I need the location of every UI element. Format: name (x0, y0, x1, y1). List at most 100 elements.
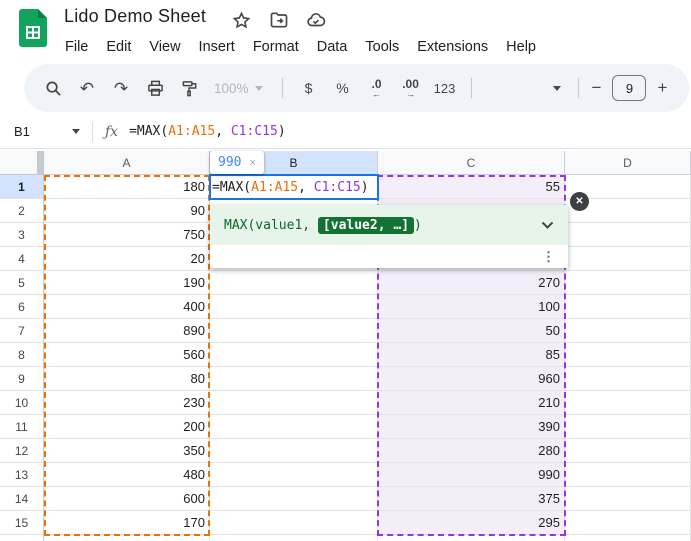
cell-B16[interactable] (210, 535, 378, 541)
cell-A3[interactable]: 750 (44, 223, 210, 247)
cell-C12[interactable]: 280 (378, 439, 565, 463)
row-header-12[interactable]: 12 (0, 439, 44, 463)
more-options-kebab-icon[interactable]: ⋮ (542, 250, 555, 263)
number-format-button[interactable]: 123 (430, 73, 460, 103)
row-header-1[interactable]: 1 (0, 175, 44, 199)
cell-B10[interactable] (210, 391, 378, 415)
row-header-15[interactable]: 15 (0, 511, 44, 535)
cell-C14[interactable]: 375 (378, 487, 565, 511)
row-header-16[interactable]: 16 (0, 535, 44, 541)
cell-C5[interactable]: 270 (378, 271, 565, 295)
font-family-selector[interactable] (481, 73, 569, 103)
cell-A12[interactable]: 350 (44, 439, 210, 463)
undo-icon[interactable]: ↶ (72, 73, 102, 103)
cell-D13[interactable] (565, 463, 691, 487)
cell-A15[interactable]: 170 (44, 511, 210, 535)
cell-C15[interactable]: 295 (378, 511, 565, 535)
column-header-A[interactable]: A (44, 151, 210, 175)
cell-D12[interactable] (565, 439, 691, 463)
close-formula-help-button[interactable]: ✕ (570, 192, 589, 211)
cell-C9[interactable]: 960 (378, 367, 565, 391)
cell-A13[interactable]: 480 (44, 463, 210, 487)
cell-D7[interactable] (565, 319, 691, 343)
cloud-saved-icon[interactable] (306, 10, 326, 30)
paint-format-icon[interactable] (174, 73, 204, 103)
cell-C1[interactable]: 55 (378, 175, 565, 199)
cell-A4[interactable]: 20 (44, 247, 210, 271)
cell-D5[interactable] (565, 271, 691, 295)
row-header-9[interactable]: 9 (0, 367, 44, 391)
font-size-input[interactable]: 9 (612, 75, 647, 101)
cell-B5[interactable] (210, 271, 378, 295)
cell-A7[interactable]: 890 (44, 319, 210, 343)
cell-B11[interactable] (210, 415, 378, 439)
menu-insert[interactable]: Insert (190, 39, 244, 55)
row-header-2[interactable]: 2 (0, 199, 44, 223)
cell-A8[interactable]: 560 (44, 343, 210, 367)
cell-B14[interactable] (210, 487, 378, 511)
cell-A1[interactable]: 180 (44, 175, 210, 199)
decrease-decimal-button[interactable]: .0 ← (362, 73, 392, 103)
cell-D8[interactable] (565, 343, 691, 367)
cell-B15[interactable] (210, 511, 378, 535)
cell-A5[interactable]: 190 (44, 271, 210, 295)
cell-D16[interactable] (565, 535, 691, 541)
column-header-C[interactable]: C (378, 151, 565, 175)
print-icon[interactable] (140, 73, 170, 103)
cell-A6[interactable]: 400 (44, 295, 210, 319)
cell-D9[interactable] (565, 367, 691, 391)
cell-D11[interactable] (565, 415, 691, 439)
cell-B6[interactable] (210, 295, 378, 319)
cell-C13[interactable]: 990 (378, 463, 565, 487)
cell-D4[interactable] (565, 247, 691, 271)
cell-B8[interactable] (210, 343, 378, 367)
cell-D10[interactable] (565, 391, 691, 415)
dismiss-preview-icon[interactable]: × (249, 157, 255, 169)
zoom-control[interactable]: 100% (214, 81, 263, 96)
cell-A9[interactable]: 80 (44, 367, 210, 391)
menu-extensions[interactable]: Extensions (408, 39, 497, 55)
menu-format[interactable]: Format (244, 39, 308, 55)
formula-input[interactable]: =MAX(A1:A15, C1:C15) (129, 124, 286, 139)
redo-icon[interactable]: ↷ (106, 73, 136, 103)
row-header-4[interactable]: 4 (0, 247, 44, 271)
row-header-6[interactable]: 6 (0, 295, 44, 319)
cell-B9[interactable] (210, 367, 378, 391)
cell-editor-B1[interactable]: =MAX(A1:A15, C1:C15) (209, 174, 379, 200)
cell-C10[interactable]: 210 (378, 391, 565, 415)
decrease-font-size-button[interactable]: − (588, 78, 606, 98)
column-header-D[interactable]: D (565, 151, 691, 175)
increase-decimal-button[interactable]: .00 → (396, 73, 426, 103)
star-icon[interactable] (231, 10, 251, 30)
move-folder-icon[interactable] (269, 10, 289, 30)
cell-B7[interactable] (210, 319, 378, 343)
row-header-3[interactable]: 3 (0, 223, 44, 247)
sheets-logo-icon[interactable] (19, 9, 47, 47)
menu-edit[interactable]: Edit (97, 39, 140, 55)
search-icon[interactable] (38, 73, 68, 103)
document-title[interactable]: Lido Demo Sheet (64, 6, 206, 27)
cell-B13[interactable] (210, 463, 378, 487)
format-currency-button[interactable]: $ (294, 73, 324, 103)
cell-C6[interactable]: 100 (378, 295, 565, 319)
row-header-7[interactable]: 7 (0, 319, 44, 343)
menu-file[interactable]: File (56, 39, 97, 55)
select-all-corner[interactable] (0, 151, 44, 175)
cell-D3[interactable] (565, 223, 691, 247)
name-box[interactable]: B1 (0, 124, 80, 139)
cell-A10[interactable]: 230 (44, 391, 210, 415)
cell-D15[interactable] (565, 511, 691, 535)
cell-A14[interactable]: 600 (44, 487, 210, 511)
increase-font-size-button[interactable]: + (653, 78, 671, 98)
cell-C11[interactable]: 390 (378, 415, 565, 439)
menu-data[interactable]: Data (308, 39, 357, 55)
row-header-14[interactable]: 14 (0, 487, 44, 511)
format-percent-button[interactable]: % (328, 73, 358, 103)
menu-help[interactable]: Help (497, 39, 545, 55)
row-header-8[interactable]: 8 (0, 343, 44, 367)
menu-view[interactable]: View (140, 39, 189, 55)
cell-A16[interactable] (44, 535, 210, 541)
row-header-13[interactable]: 13 (0, 463, 44, 487)
row-header-10[interactable]: 10 (0, 391, 44, 415)
cell-A11[interactable]: 200 (44, 415, 210, 439)
